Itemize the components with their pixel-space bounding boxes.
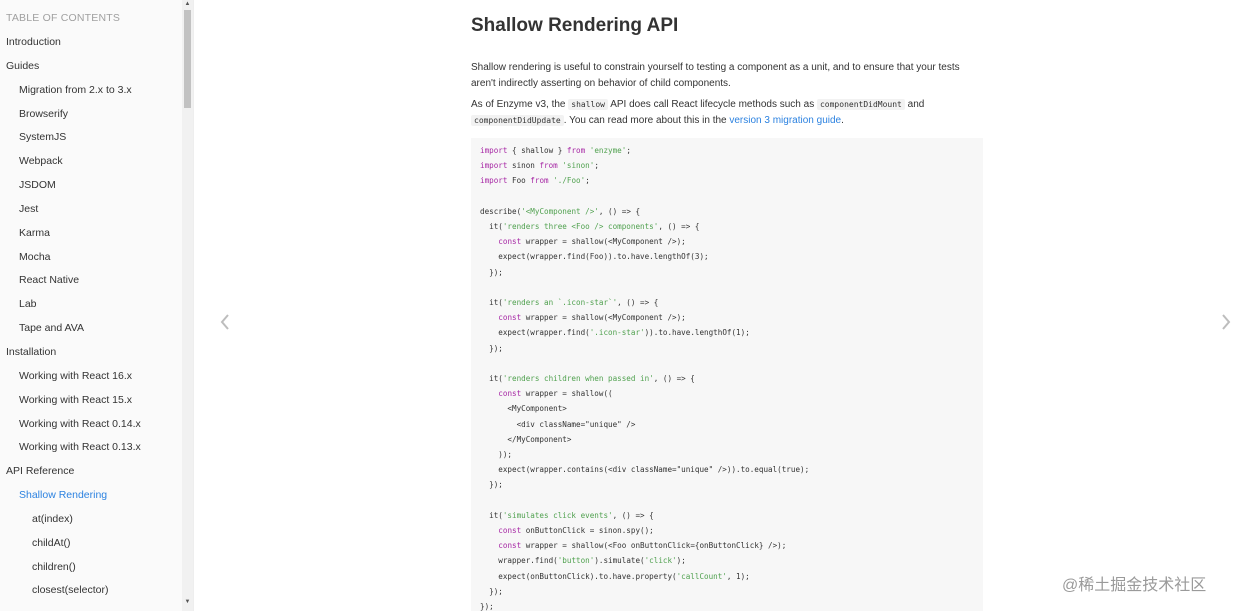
code-line: expect(onButtonClick).to.have.property('… [480, 571, 750, 581]
code-line: expect(wrapper.contains(<div className="… [480, 465, 810, 475]
code-line: describe('<MyComponent />', () => { [480, 206, 641, 216]
toc-item[interactable]: React Native [0, 268, 182, 292]
toc-item[interactable]: Webpack [0, 149, 182, 173]
toc-item[interactable]: closest(selector) [0, 578, 182, 602]
p2-text-3: and [904, 99, 925, 110]
code-line: }); [480, 602, 494, 611]
toc-item[interactable]: SystemJS [0, 125, 182, 149]
previous-page-button[interactable] [218, 312, 232, 332]
toc-item[interactable]: Working with React 15.x [0, 388, 182, 412]
toc-list: Introduction Guides Migration from 2.x to … [0, 30, 182, 602]
p2-text-4: . You can read more about this in the [563, 115, 730, 126]
code-block: import { shallow } from 'enzyme'; import … [471, 138, 983, 611]
code-line: )); [480, 450, 513, 459]
code-line: <MyComponent> [480, 404, 567, 414]
toc-item[interactable]: Shallow Rendering [0, 483, 182, 507]
toc-item[interactable]: Mocha [0, 245, 182, 269]
inline-code-componentdidupdate: componentDidUpdate [471, 115, 564, 126]
code-line: it('renders an `.icon-star`', () => { [480, 298, 659, 307]
scroll-thumb[interactable] [184, 10, 191, 108]
migration-guide-link[interactable]: version 3 migration guide [729, 115, 841, 126]
code-line: const onButtonClick = sinon.spy(); [498, 526, 654, 535]
toc-title: TABLE OF CONTENTS [6, 12, 121, 24]
code-line: expect(wrapper.find('.icon-star')).to.ha… [480, 328, 750, 338]
page-title: Shallow Rendering API [471, 15, 679, 36]
toc-item[interactable]: Tape and AVA [0, 316, 182, 340]
chevron-right-icon [1222, 314, 1231, 330]
toc-item[interactable]: Jest [0, 197, 182, 221]
scroll-up-arrow-icon[interactable]: ▲ [182, 0, 193, 9]
p2-text-2: API does call React lifecycle methods su… [607, 99, 817, 110]
p2-text-1: As of Enzyme v3, the [471, 99, 569, 110]
toc-item[interactable]: Karma [0, 221, 182, 245]
toc-item[interactable]: Working with React 16.x [0, 364, 182, 388]
code-line: import { shallow } from 'enzyme'; [480, 146, 631, 155]
p2-text-5: . [841, 115, 844, 126]
inline-code-shallow: shallow [568, 99, 608, 110]
toc-item[interactable]: children() [0, 555, 182, 579]
scroll-down-arrow-icon[interactable]: ▼ [182, 598, 193, 607]
code-line: }); [480, 586, 503, 596]
sidebar: TABLE OF CONTENTS Introduction Guides Migr… [0, 0, 194, 611]
toc-item[interactable]: Guides [0, 54, 182, 78]
lifecycle-paragraph: As of Enzyme v3, the shallow API does ca… [471, 97, 976, 129]
code-line: }); [480, 343, 503, 353]
inline-code-componentdidmount: componentDidMount [816, 99, 905, 110]
code-line: const wrapper = shallow(( [498, 389, 613, 399]
watermark: @稀土掘金技术社区 [1062, 577, 1207, 594]
chevron-left-icon [220, 314, 229, 330]
docs-page: TABLE OF CONTENTS Introduction Guides Migr… [0, 0, 1240, 611]
toc-item[interactable]: Introduction [0, 30, 182, 54]
code-line: }); [480, 267, 503, 277]
toc-item[interactable]: JSDOM [0, 173, 182, 197]
code-line: }); [480, 480, 503, 490]
code-line: const wrapper = shallow(<MyComponent />)… [498, 313, 686, 323]
code-line: expect(wrapper.find(Foo)).to.have.length… [480, 252, 709, 262]
toc-item[interactable]: API Reference [0, 459, 182, 483]
sidebar-scrollbar[interactable]: ▲ ▼ [182, 0, 193, 611]
code-line: import Foo from './Foo'; [480, 176, 590, 186]
code-line: it('renders three <Foo /> components', (… [480, 222, 700, 231]
code-line: wrapper.find('button').simulate('click')… [480, 556, 686, 566]
toc-item[interactable]: at(index) [0, 507, 182, 531]
code-line: </MyComponent> [480, 434, 572, 444]
toc-item[interactable]: Migration from 2.x to 3.x [0, 78, 182, 102]
code-line: <div className="unique" /> [480, 419, 636, 429]
toc-item[interactable]: Working with React 0.14.x [0, 412, 182, 436]
toc-item[interactable]: Lab [0, 292, 182, 316]
code-line: it('simulates click events', () => { [480, 510, 654, 520]
code-line: import sinon from 'sinon'; [480, 161, 599, 171]
code-line: const wrapper = shallow(<MyComponent />)… [498, 237, 686, 247]
toc-item[interactable]: Working with React 0.13.x [0, 435, 182, 459]
code-line: it('renders children when passed in', ()… [480, 374, 695, 383]
toc-item[interactable]: Browserify [0, 102, 182, 126]
code-line: const wrapper = shallow(<Foo onButtonCli… [498, 541, 787, 551]
intro-paragraph: Shallow rendering is useful to constrain… [471, 62, 960, 89]
toc-item[interactable]: childAt() [0, 531, 182, 555]
next-page-button[interactable] [1219, 312, 1233, 332]
toc-item[interactable]: Installation [0, 340, 182, 364]
